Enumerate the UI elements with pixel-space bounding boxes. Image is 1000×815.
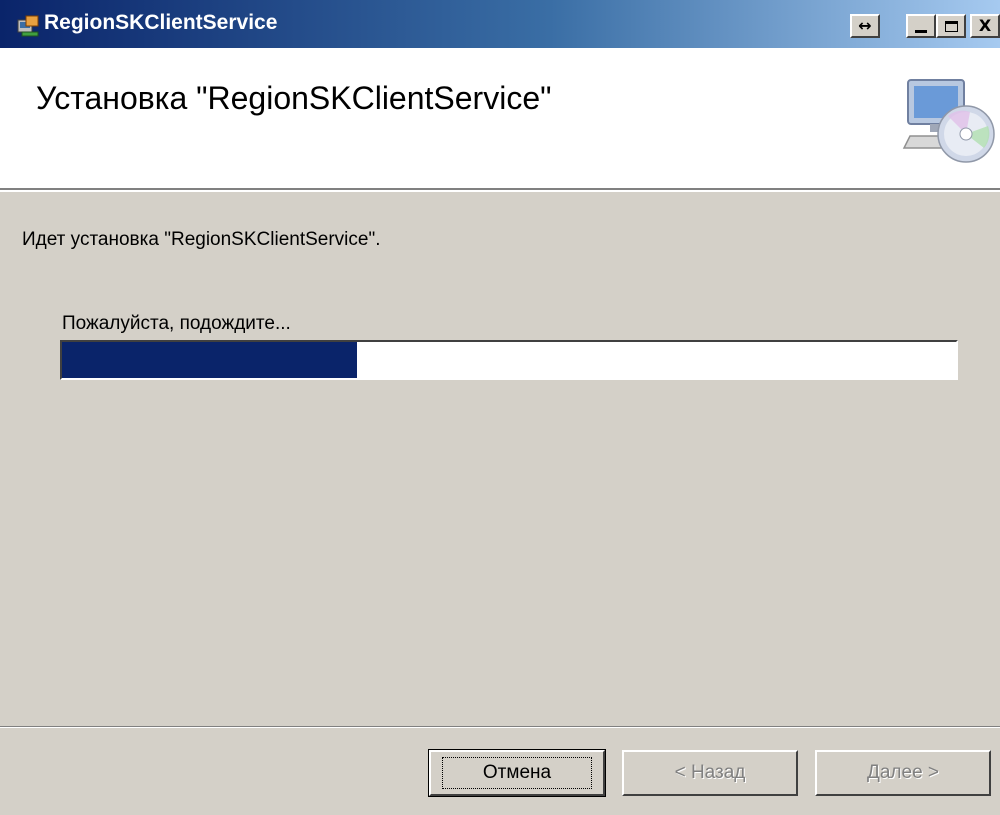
installer-window: RegionSKClientService ↔ X Установка "Reg… <box>0 0 1000 815</box>
back-label: < Назад <box>674 762 746 783</box>
progress-bar <box>60 340 958 380</box>
minimize-button[interactable] <box>906 14 936 38</box>
maximize-icon <box>944 20 958 32</box>
title-bar[interactable]: RegionSKClientService ↔ X <box>0 0 1000 48</box>
computer-cd-icon <box>902 79 995 163</box>
maximize-button[interactable] <box>936 14 966 38</box>
page-title: Установка "RegionSKClientService" <box>36 80 552 116</box>
resize-icon[interactable]: ↔ <box>850 14 880 38</box>
footer-divider <box>0 726 1000 728</box>
close-button[interactable]: X <box>970 14 1000 38</box>
minimize-icon <box>915 29 927 33</box>
header-banner <box>0 48 1000 190</box>
next-button[interactable]: Далее > <box>815 750 991 796</box>
progress-fill <box>62 342 358 378</box>
status-message: Идет установка "RegionSKClientService". <box>22 229 381 250</box>
cancel-label: Отмена <box>441 757 593 789</box>
installer-icon[interactable] <box>16 14 40 38</box>
window-title: RegionSKClientService <box>44 11 278 34</box>
banner-separator <box>0 190 1000 192</box>
cancel-button[interactable]: Отмена <box>428 749 606 797</box>
back-button[interactable]: < Назад <box>622 750 798 796</box>
next-label: Далее > <box>866 762 940 783</box>
wait-message: Пожалуйста, подождите... <box>62 313 291 334</box>
